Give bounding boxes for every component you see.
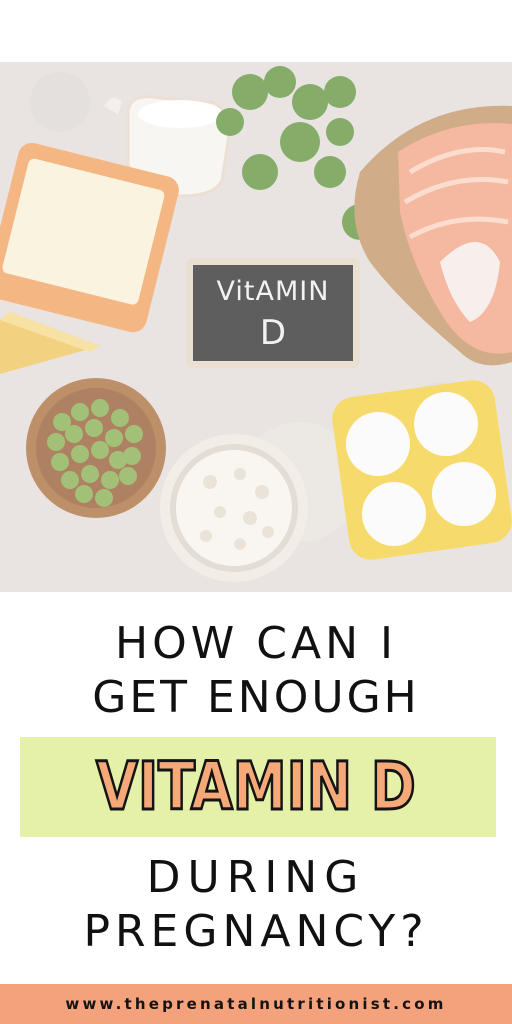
headline-line-2: GET ENOUGH (92, 672, 420, 723)
chalkboard-text: VitAMIN D (186, 262, 360, 372)
chalkboard-line-2: D (259, 313, 287, 353)
headline-line-1: HOW CAN I (115, 618, 397, 669)
website-url[interactable]: www.theprenatalnutritionist.com (65, 995, 446, 1013)
headline-line-5: PREGNANCY? (83, 906, 429, 957)
hero-photo: VitAMIN D (0, 62, 512, 592)
headline-line-4: DURING (146, 852, 366, 903)
headline-vitamin-d: VITAMIN D (95, 747, 417, 827)
chalkboard-line-1: VitAMIN (216, 276, 330, 307)
footer-url-bar: www.theprenatalnutritionist.com (0, 984, 512, 1024)
